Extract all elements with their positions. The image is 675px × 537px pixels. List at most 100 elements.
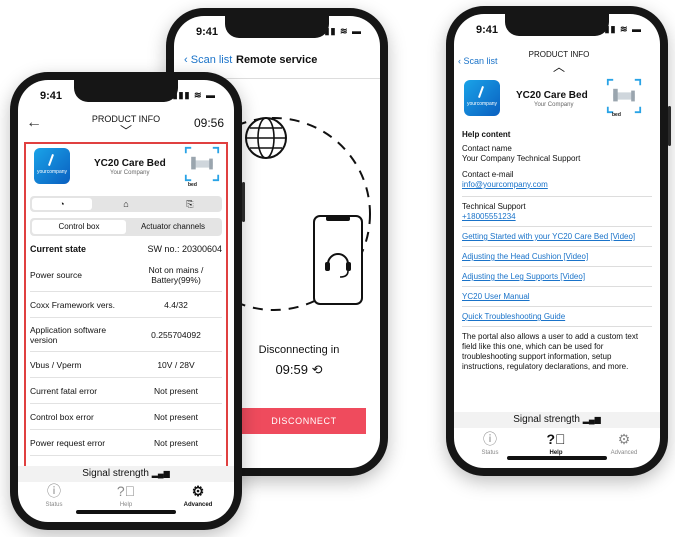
row-value: 0.255704092 <box>151 329 201 340</box>
company-logo: yourcompany <box>34 148 70 184</box>
bed-label: bed <box>188 182 197 188</box>
home-indicator <box>76 510 176 514</box>
bank-icon: ⌂ <box>123 199 129 209</box>
notch <box>74 80 178 102</box>
current-state-header: Current state SW no.: 20300604 <box>30 244 222 254</box>
session-clock: 09:56 <box>193 116 224 130</box>
document-search-icon: ⎘ <box>186 199 194 209</box>
table-row: Application software version 0.255704092 <box>30 318 222 352</box>
support-phone-link[interactable]: +18005551234 <box>462 212 652 222</box>
back-label: Scan list <box>463 56 498 66</box>
back-button[interactable]: ‹ Scan list <box>184 54 232 66</box>
tab-status-label: Status <box>45 502 63 508</box>
product-info-screen: 9:41 ▮▮▮ ≋ ▬ ← PRODUCT INFO ﹀ 09:56 your… <box>18 80 234 522</box>
divider <box>462 306 652 307</box>
row-label: Power request error <box>30 437 106 448</box>
tab-status[interactable]: ⓘ Status <box>460 430 520 456</box>
back-button[interactable]: ‹ Scan list <box>458 56 498 66</box>
contact-email-link[interactable]: info@yourcompany.com <box>462 180 652 190</box>
logo-text: yourcompany <box>36 169 67 175</box>
row-label: Vbus / Vperm <box>30 359 82 370</box>
contact-name-label: Contact name <box>462 144 512 153</box>
row-label: Application software version <box>30 324 107 345</box>
tab-status[interactable]: ⓘ Status <box>24 482 84 508</box>
signal-bars-icon: ▂▄▆ <box>151 469 170 478</box>
page-title: Remote service <box>236 54 318 66</box>
gear-icon: ⚙ <box>617 431 631 447</box>
info-icon: ⓘ <box>47 483 61 499</box>
nav-header: ‹ Scan list Remote service <box>174 50 380 72</box>
bed-label: bed <box>612 112 621 118</box>
current-state-label: Current state <box>30 244 87 254</box>
row-value: Not present <box>154 385 198 396</box>
help-heading: Help content <box>462 130 511 139</box>
home-indicator <box>507 456 607 460</box>
tab-advanced-label: Advanced <box>183 502 213 508</box>
globe-icon <box>245 117 287 159</box>
sw-number: SW no.: 20300604 <box>147 244 222 254</box>
phone-help-content: 9:41 ▮▮▮ ≋ ▬ ‹ Scan list PRODUCT INFO ︿ … <box>446 6 671 476</box>
question-icon: ?⃝ <box>546 431 566 447</box>
logo-mark-icon <box>48 154 54 166</box>
signal-label: Signal strength <box>513 414 580 425</box>
divider <box>462 286 652 287</box>
gauge-icon: ◔ <box>59 199 65 209</box>
status-time: 9:41 <box>476 24 499 36</box>
tab-search-doc[interactable]: ⎘ <box>160 198 220 210</box>
table-row: Coxx Framework vers. 4.4/32 <box>30 292 222 318</box>
row-label: Current fatal error <box>30 385 98 396</box>
tab-advanced[interactable]: ⚙ Advanced <box>594 430 654 456</box>
segment-actuator-channels[interactable]: Actuator channels <box>126 220 220 234</box>
gear-icon: ⚙ <box>191 483 205 499</box>
company-logo: yourcompany <box>464 80 500 116</box>
signal-bars-icon: ▂▄▆ <box>582 415 601 424</box>
timer-value: 09:59 <box>275 362 308 377</box>
tab-help[interactable]: ?⃝ Help <box>526 430 586 456</box>
info-icon: ⓘ <box>483 431 497 447</box>
refresh-icon[interactable]: ⟲ <box>312 362 323 377</box>
question-icon: ?⃝ <box>116 483 136 499</box>
logo-mark-icon <box>478 86 484 98</box>
status-time: 9:41 <box>196 26 219 38</box>
help-link-troubleshooting[interactable]: Quick Troubleshooting Guide <box>462 312 652 322</box>
nav-header: ← PRODUCT INFO ﹀ 09:56 <box>18 114 234 144</box>
tab-status-label: Status <box>481 450 499 456</box>
tab-help-label: Help <box>119 502 133 508</box>
disconnecting-label: Disconnecting in <box>258 344 340 356</box>
row-value: Not on mains / Battery(99%) <box>148 264 204 285</box>
row-label: Control box error <box>30 411 94 422</box>
status-time: 9:41 <box>40 90 63 102</box>
tab-advanced[interactable]: ⚙ Advanced <box>168 482 228 508</box>
tab-bar: ⓘ Status ?⃝ Help ⚙ Advanced <box>18 482 234 522</box>
table-row: Current fatal error Not present <box>30 378 222 404</box>
divider <box>462 326 652 327</box>
help-link-head-cushion[interactable]: Adjusting the Head Cushion [Video] <box>462 252 652 262</box>
table-row: Control box error Not present <box>30 404 222 430</box>
row-value: 10V / 28V <box>157 359 195 370</box>
phone-product-info: 9:41 ▮▮▮ ≋ ▬ ← PRODUCT INFO ﹀ 09:56 your… <box>10 72 245 530</box>
chevron-up-icon[interactable]: ︿ <box>514 58 604 75</box>
bed-image-icon <box>606 78 642 114</box>
table-row: Power source Not on mains / Battery(99%) <box>30 258 222 292</box>
contact-name: Your Company Technical Support <box>462 154 581 163</box>
disconnect-timer: 09:59 ⟲ <box>234 362 364 378</box>
help-link-user-manual[interactable]: YC20 User Manual <box>462 292 652 302</box>
custom-text: The portal also allows a user to add a c… <box>462 332 639 371</box>
company-name: Your Company <box>110 170 150 176</box>
help-link-leg-supports[interactable]: Adjusting the Leg Supports [Video] <box>462 272 652 282</box>
back-label: Scan list <box>190 54 233 66</box>
row-label: Power source <box>30 269 82 280</box>
notch <box>505 14 609 36</box>
table-row: Vbus / Vperm 10V / 28V <box>30 352 222 378</box>
device-view-tabs: ◔ ⌂ ⎘ <box>30 196 222 212</box>
tab-building[interactable]: ⌂ <box>96 198 156 210</box>
help-link-getting-started[interactable]: Getting Started with your YC20 Care Bed … <box>462 232 652 242</box>
tab-gauge[interactable]: ◔ <box>32 198 92 210</box>
segment-control-box[interactable]: Control box <box>32 220 126 234</box>
tab-help[interactable]: ?⃝ Help <box>96 482 156 508</box>
divider <box>462 196 652 197</box>
disconnect-button[interactable]: DISCONNECT <box>242 408 366 434</box>
divider <box>462 246 652 247</box>
logo-text: yourcompany <box>466 101 497 107</box>
status-icons: ▮▮▮ ≋ ▬ <box>172 90 216 100</box>
